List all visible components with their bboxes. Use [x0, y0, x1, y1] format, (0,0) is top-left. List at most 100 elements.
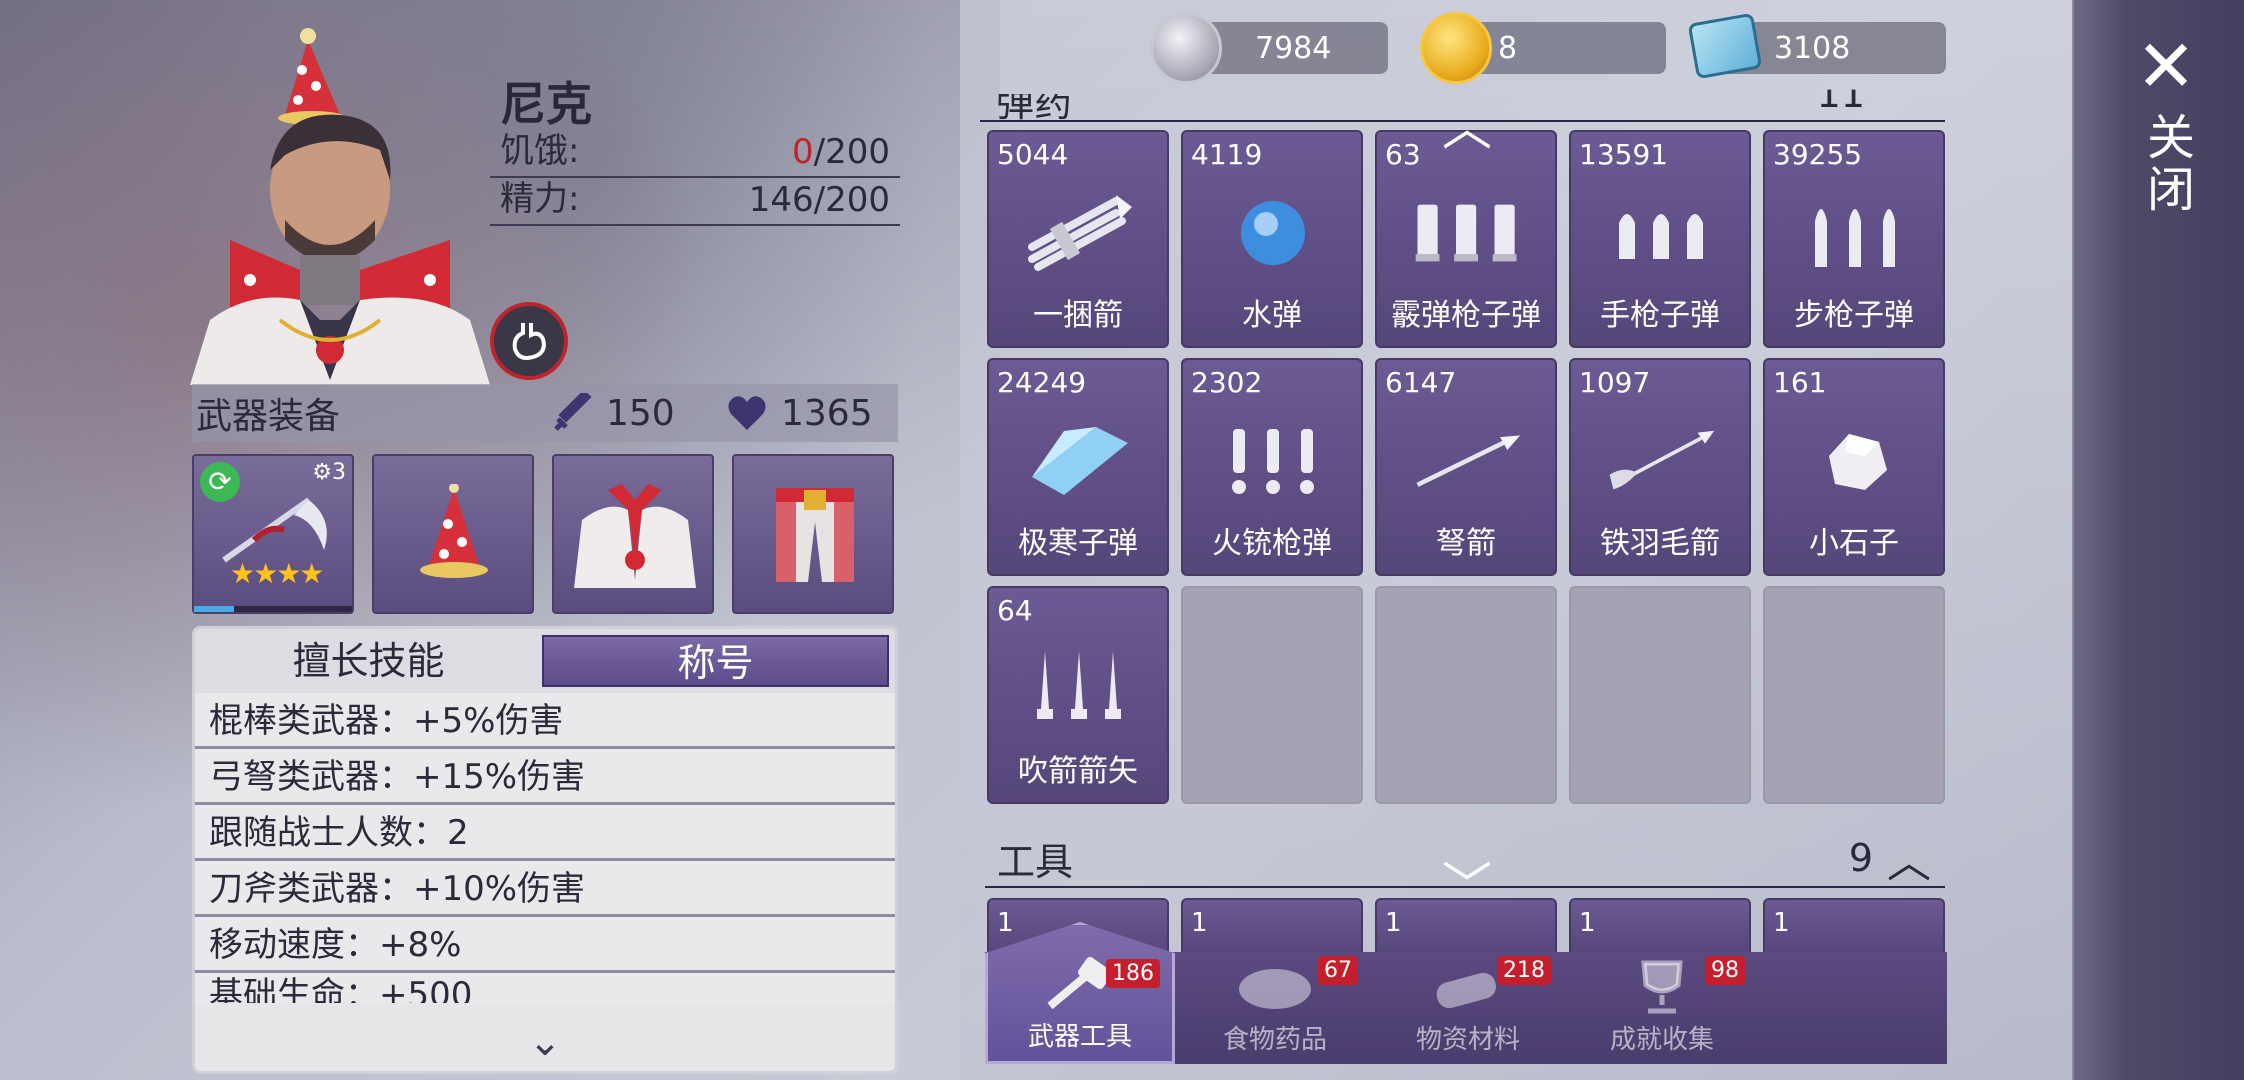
skill-line: 棍棒类武器：+5%伤害 — [195, 693, 895, 749]
arrow-bundle-icon — [1024, 188, 1134, 278]
chevron-down-icon[interactable]: ⌄ — [195, 1019, 895, 1065]
item-cell[interactable]: 161 小石子 — [1763, 358, 1945, 576]
ammo-title: 弹药 — [996, 81, 1073, 125]
tab-achievements[interactable]: 98 成就收集 — [1567, 952, 1757, 1064]
log-icon — [1428, 959, 1508, 1015]
item-name: 吹箭箭矢 — [1018, 754, 1138, 789]
item-count: 6147 — [1385, 366, 1457, 399]
hunger-current: 0 — [792, 132, 814, 172]
shotgun-shell-icon — [1412, 188, 1522, 278]
badge-materials: 218 — [1497, 956, 1551, 985]
hunger-value: 0/200 — [792, 132, 890, 172]
badge-achievements: 98 — [1705, 956, 1745, 985]
pants-icon — [776, 488, 854, 582]
badge-food: 67 — [1318, 956, 1358, 985]
empty-item-slot — [1569, 586, 1751, 804]
silver-coin-icon — [1150, 12, 1222, 84]
item-cell[interactable]: 13591 手枪子弹 — [1569, 130, 1751, 348]
tab-materials[interactable]: 218 物资材料 — [1373, 952, 1563, 1064]
item-name: 极寒子弹 — [1018, 526, 1138, 561]
sword-icon — [554, 393, 592, 431]
crossbow-bolt-icon — [1412, 416, 1522, 506]
skill-line: 弓弩类武器：+15%伤害 — [195, 749, 895, 805]
gold-coin-icon — [1420, 12, 1492, 84]
tab-label: 物资材料 — [1415, 1025, 1520, 1055]
item-count: 161 — [1773, 366, 1827, 399]
party-hat-icon — [420, 484, 488, 578]
tab-label: 食物药品 — [1222, 1025, 1327, 1055]
item-count: 39255 — [1773, 138, 1863, 171]
blow-dart-icon — [1024, 644, 1134, 734]
tool-cell[interactable]: 1 — [1375, 898, 1557, 958]
health-value: 1365 — [781, 392, 873, 434]
item-cell[interactable]: 6147 弩箭 — [1375, 358, 1557, 576]
badge-weapons: 186 — [1106, 959, 1160, 988]
gold-currency: 8 — [1420, 12, 1666, 84]
musket-ball-icon — [1218, 416, 1328, 506]
meat-icon — [1235, 959, 1315, 1015]
chevron-up-icon[interactable]: ︿ — [1887, 826, 1931, 890]
ice-crystal-icon — [1024, 416, 1134, 506]
close-label: 关闭 — [2138, 112, 2194, 216]
trophy-icon — [1622, 959, 1702, 1015]
equipment-title: 武器装备 — [196, 396, 341, 437]
tool-cell[interactable]: 1 — [1763, 898, 1945, 958]
weapon-durability — [194, 606, 352, 612]
skills-tabs: 擅长技能 称号 — [195, 629, 895, 693]
equip-slot-coat[interactable] — [552, 454, 714, 614]
item-count: 1097 — [1579, 366, 1651, 399]
empty-item-slot — [1763, 586, 1945, 804]
category-tabs: 186 武器工具 67 食物药品 218 物资材料 98 成就收集 — [985, 922, 1947, 1064]
water-ball-icon — [1218, 188, 1328, 278]
item-count: 4119 — [1191, 138, 1263, 171]
item-cell[interactable]: 64 吹箭箭矢 — [987, 586, 1169, 804]
feather-arrow-icon — [1606, 416, 1716, 506]
stomach-icon[interactable] — [490, 302, 568, 380]
coat-icon — [574, 484, 696, 588]
item-count: 63 — [1385, 138, 1421, 171]
silver-currency: 7984 — [1150, 12, 1388, 84]
equip-slot-pants[interactable] — [732, 454, 894, 614]
empty-item-slot — [1375, 586, 1557, 804]
item-cell[interactable]: 4119 水弹 — [1181, 130, 1363, 348]
equip-slot-weapon[interactable]: ⟳ ⚙3 ★★★★ — [192, 454, 354, 614]
item-cell[interactable]: 63 霰弹枪子弹 — [1375, 130, 1557, 348]
attack-value: 150 — [606, 392, 675, 434]
tab-skills[interactable]: 擅长技能 — [195, 635, 542, 687]
equip-slot-hat[interactable] — [372, 454, 534, 614]
tool-cell[interactable]: 1 — [1181, 898, 1363, 958]
scroll-up-icon[interactable]: ︿ — [1425, 103, 1509, 153]
hunger-label: 饥饿: — [500, 131, 580, 171]
skill-line: 基础生命：+500 — [195, 973, 895, 1003]
item-count: 24249 — [997, 366, 1087, 399]
skill-line: 刀斧类武器：+10%伤害 — [195, 861, 895, 917]
hunger-max: /200 — [813, 132, 890, 172]
skill-line: 跟随战士人数：2 — [195, 805, 895, 861]
close-button[interactable]: ✕ 关闭 — [2126, 30, 2206, 230]
pistol-bullet-icon — [1606, 188, 1716, 278]
energy-value: 146/200 — [748, 180, 890, 220]
item-count: 13591 — [1579, 138, 1669, 171]
tool-cell[interactable]: 1 — [1569, 898, 1751, 958]
ticket-amount: 3108 — [1774, 30, 1851, 66]
item-cell[interactable]: 39255 步枪子弹 — [1763, 130, 1945, 348]
item-name: 手枪子弹 — [1600, 298, 1720, 333]
tab-label: 成就收集 — [1609, 1025, 1714, 1055]
item-count: 64 — [997, 594, 1033, 627]
tab-title[interactable]: 称号 — [541, 635, 889, 687]
tab-food-medicine[interactable]: 67 食物药品 — [1180, 952, 1370, 1064]
item-cell[interactable]: 1097 铁羽毛箭 — [1569, 358, 1751, 576]
gold-amount: 8 — [1498, 30, 1518, 66]
item-cell[interactable]: 2302 火铳枪弹 — [1181, 358, 1363, 576]
item-name: 步枪子弹 — [1794, 298, 1914, 333]
empty-item-slot — [1181, 586, 1363, 804]
item-name: 火铳枪弹 — [1212, 526, 1332, 561]
item-cell[interactable]: 24249 极寒子弹 — [987, 358, 1169, 576]
skills-panel: 擅长技能 称号 棍棒类武器：+5%伤害 弓弩类武器：+15%伤害 跟随战士人数：… — [192, 626, 898, 1074]
weapon-stars: ★★★★ — [230, 557, 324, 590]
item-name: 霰弹枪子弹 — [1391, 298, 1541, 333]
item-cell[interactable]: 5044 一捆箭 — [987, 130, 1169, 348]
item-count: 2302 — [1191, 366, 1263, 399]
close-panel: ✕ 关闭 — [2072, 0, 2244, 1080]
ticket-currency: 3108 — [1687, 12, 1946, 80]
